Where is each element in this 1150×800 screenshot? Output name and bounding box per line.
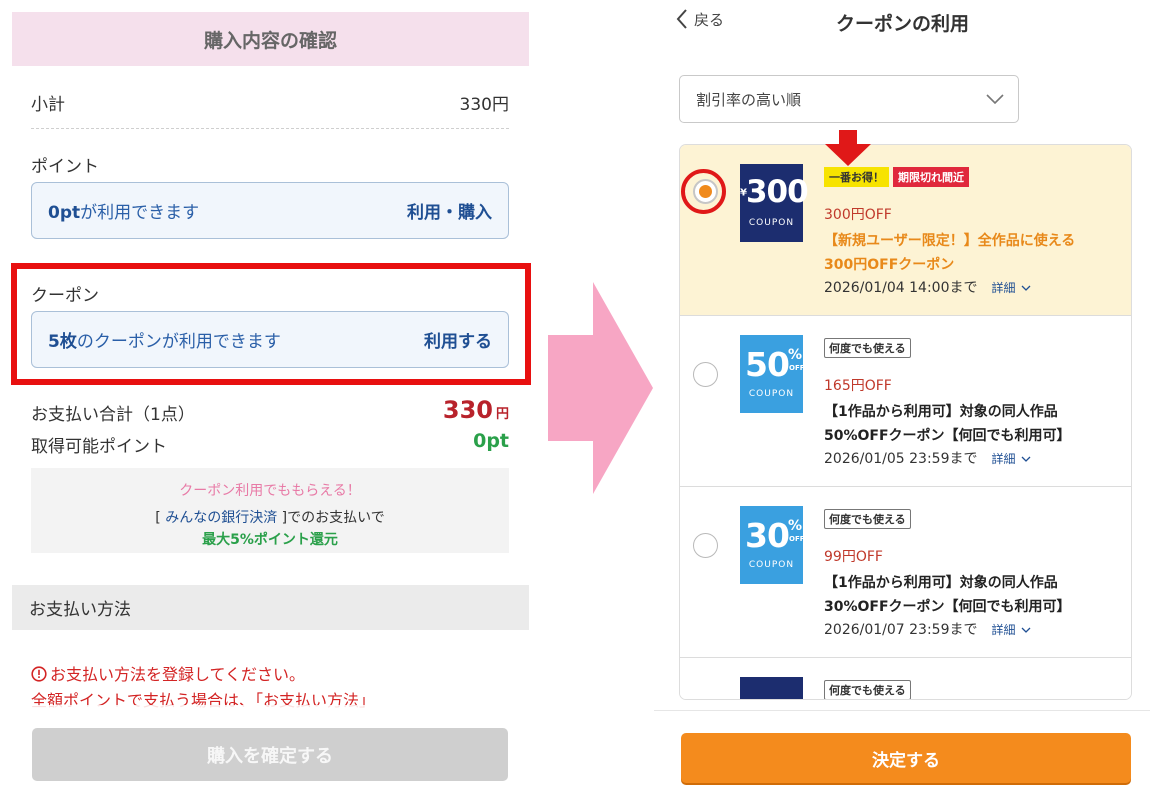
chevron-down-icon bbox=[986, 94, 1004, 104]
divider bbox=[31, 128, 509, 129]
coupon-discount: 300円OFF bbox=[824, 207, 892, 223]
points-use-purchase-link[interactable]: 利用・購入 bbox=[407, 198, 492, 223]
best-deal-badge: 一番お得！ bbox=[824, 167, 889, 187]
promo-line2: [ みんなの銀行決済 ]でのお支払いで bbox=[155, 510, 385, 526]
detail-link[interactable]: 詳細 bbox=[992, 623, 1032, 637]
warning-icon bbox=[31, 666, 47, 682]
coupon-badges: 何度でも使える bbox=[824, 509, 911, 529]
sort-selected-value: 割引率の高い順 bbox=[696, 90, 802, 109]
earn-points-value: 0pt bbox=[473, 430, 509, 452]
chevron-down-icon bbox=[1021, 285, 1031, 291]
coupon-image bbox=[740, 677, 803, 699]
coupon-badges: 一番お得！ 期限切れ間近 bbox=[824, 167, 969, 187]
promo-line3: 最大5%ポイント還元 bbox=[202, 532, 338, 548]
expiring-soon-badge: 期限切れ間近 bbox=[893, 167, 969, 187]
coupon-300-image: ¥300 COUPON bbox=[740, 164, 809, 242]
subtotal-value: 330円 bbox=[459, 95, 509, 115]
coupon-badges: 何度でも使える bbox=[824, 680, 911, 699]
total-amount: 330 円 bbox=[442, 396, 509, 424]
coupon-list[interactable]: ¥300 COUPON 一番お得！ 期限切れ間近 300円OFF 【新規ユーザー… bbox=[679, 144, 1132, 700]
decide-button[interactable]: 決定する bbox=[681, 733, 1131, 783]
coupon-discount: 165円OFF bbox=[824, 378, 892, 394]
coupon-card[interactable]: 50 % OFF COUPON 何度でも使える 165円OFF 【1作品から利用… bbox=[680, 316, 1131, 487]
coupon-card[interactable]: 何度でも使える bbox=[680, 658, 1131, 699]
arrow-down-icon bbox=[825, 130, 871, 166]
coupon-use-link[interactable]: 利用する bbox=[424, 327, 492, 352]
bank-payment-link[interactable]: みんなの銀行決済 bbox=[165, 510, 277, 526]
coupon-expiry: 2026/01/07 23:59まで 詳細 bbox=[824, 619, 1031, 639]
chevron-down-icon bbox=[1021, 627, 1031, 633]
points-label: ポイント bbox=[31, 157, 99, 177]
coupon-30pct-image: 30 % OFF COUPON bbox=[740, 506, 805, 584]
coupon-50pct-image: 50 % OFF COUPON bbox=[740, 335, 805, 413]
points-box[interactable]: 0ptが利用できます 利用・購入 bbox=[31, 182, 509, 239]
total-label: お支払い合計（1点） bbox=[31, 405, 195, 425]
coupon-desc-line1: 【1作品から利用可】対象の同人作品 bbox=[824, 575, 1058, 591]
coupon-radio[interactable] bbox=[693, 362, 718, 387]
reusable-badge: 何度でも使える bbox=[824, 338, 911, 358]
subtotal-label: 小計 bbox=[31, 95, 65, 115]
coupon-discount: 99円OFF bbox=[824, 549, 883, 565]
coupon-badges: 何度でも使える bbox=[824, 338, 911, 358]
chevron-down-icon bbox=[1021, 456, 1031, 462]
coupon-desc-line1: 【1作品から利用可】対象の同人作品 bbox=[824, 404, 1058, 420]
back-button[interactable]: 戻る bbox=[676, 8, 724, 30]
coupon-card[interactable]: 30 % OFF COUPON 何度でも使える 99円OFF 【1作品から利用可… bbox=[680, 487, 1131, 658]
footer-divider bbox=[654, 710, 1150, 711]
confirm-purchase-button[interactable]: 購入を確定する bbox=[32, 728, 508, 781]
coupon-page-title: クーポンの利用 bbox=[836, 13, 970, 35]
promo-line1: クーポン利用でももらえる！ bbox=[179, 483, 361, 499]
transition-arrow-icon bbox=[548, 282, 653, 494]
coupon-desc-line2: 50%OFFクーポン【何回でも利用可】 bbox=[824, 428, 1071, 444]
points-available-text: 0ptが利用できます bbox=[48, 203, 200, 223]
coupon-radio[interactable] bbox=[693, 533, 718, 558]
earn-points-label: 取得可能ポイント bbox=[31, 437, 167, 457]
coupon-expiry: 2026/01/05 23:59まで 詳細 bbox=[824, 448, 1031, 468]
detail-link[interactable]: 詳細 bbox=[992, 281, 1032, 295]
reusable-badge: 何度でも使える bbox=[824, 509, 911, 529]
coupon-available-text: 5枚のクーポンが利用できます bbox=[48, 332, 281, 352]
coupon-box[interactable]: 5枚のクーポンが利用できます 利用する bbox=[31, 311, 509, 368]
reusable-badge: 何度でも使える bbox=[824, 680, 911, 699]
coupon-desc-line1: 【新規ユーザー限定！】全作品に使える bbox=[824, 233, 1076, 249]
payment-method-header: お支払い方法 bbox=[12, 585, 529, 630]
coupon-radio-selected[interactable] bbox=[693, 179, 718, 204]
coupon-card[interactable]: ¥300 COUPON 一番お得！ 期限切れ間近 300円OFF 【新規ユーザー… bbox=[680, 145, 1131, 316]
detail-link[interactable]: 詳細 bbox=[992, 452, 1032, 466]
coupon-desc-line2: 30%OFFクーポン【何回でも利用可】 bbox=[824, 599, 1071, 615]
coupon-label: クーポン bbox=[31, 286, 99, 306]
coupon-expiry: 2026/01/04 14:00まで 詳細 bbox=[824, 277, 1031, 297]
coupon-desc-line2: 300円OFFクーポン bbox=[824, 257, 955, 273]
promo-banner[interactable]: クーポン利用でももらえる！ [ みんなの銀行決済 ]でのお支払いで 最大5%ポイ… bbox=[31, 468, 509, 553]
sort-select[interactable]: 割引率の高い順 bbox=[679, 75, 1019, 123]
chevron-left-icon bbox=[676, 9, 687, 29]
page-title: 購入内容の確認 bbox=[12, 12, 529, 66]
